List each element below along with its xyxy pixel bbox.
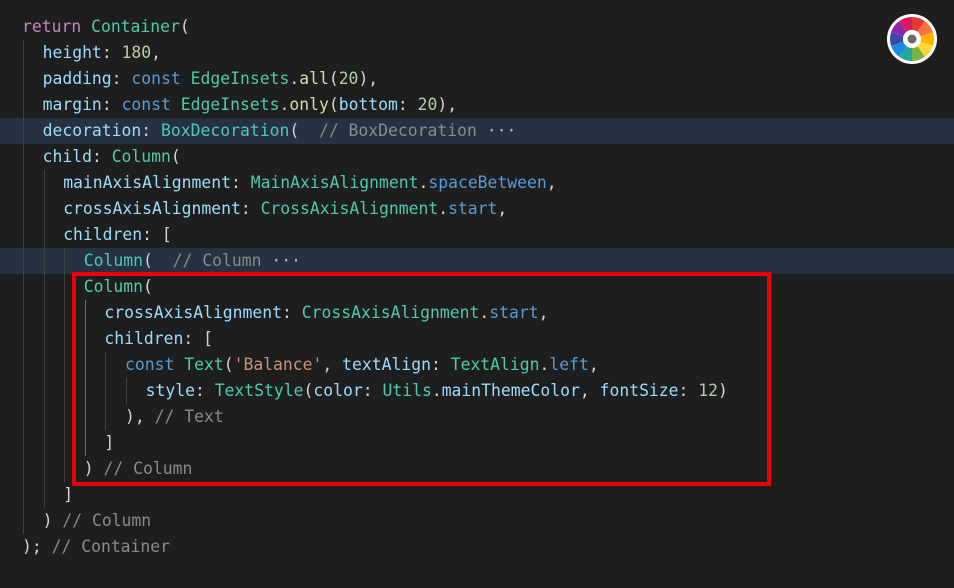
code-token: const: [121, 95, 181, 114]
code-token: ): [42, 511, 63, 530]
code-token: bottom: [338, 95, 398, 114]
code-line-text: crossAxisAlignment: CrossAxisAlignment.s…: [63, 196, 507, 222]
code-token: ),: [437, 95, 458, 114]
code-token: // Container: [51, 537, 171, 556]
code-line-text: return Container(: [22, 14, 190, 40]
code-token: : [: [142, 225, 172, 244]
code-token: ···: [486, 121, 517, 140]
code-token: only: [289, 95, 329, 114]
code-token: :: [101, 43, 122, 62]
code-token: (: [143, 251, 163, 270]
code-token: mainAxisAlignment: [63, 173, 231, 192]
code-token: ),: [358, 69, 379, 88]
code-line[interactable]: height: 180,: [0, 40, 954, 66]
indent-guide: [64, 248, 66, 482]
code-token: // Column: [62, 511, 152, 530]
code-token: :: [101, 95, 122, 114]
code-token: .: [418, 173, 429, 192]
code-line[interactable]: ) // Column: [0, 508, 954, 534]
code-token: :: [230, 173, 251, 192]
code-line-text: child: Column(: [43, 144, 181, 170]
code-token: return: [22, 17, 92, 36]
code-token: (: [179, 17, 190, 36]
code-editor[interactable]: return Container(height: 180, padding: co…: [0, 0, 954, 588]
code-token: Column: [111, 147, 171, 166]
code-token: :: [141, 121, 162, 140]
code-token: Container: [91, 17, 180, 36]
code-token: all: [299, 69, 329, 88]
code-line[interactable]: child: Column(: [0, 144, 954, 170]
code-token: EdgeInsets: [190, 69, 290, 88]
code-line[interactable]: decoration: BoxDecoration( // BoxDecorat…: [0, 118, 954, 144]
code-token: :: [111, 69, 132, 88]
code-line[interactable]: mainAxisAlignment: MainAxisAlignment.spa…: [0, 170, 954, 196]
code-token: (: [289, 121, 310, 140]
code-token: start: [448, 199, 498, 218]
code-token: const: [131, 69, 191, 88]
color-wheel-icon[interactable]: [886, 13, 938, 65]
code-token: children: [63, 225, 143, 244]
highlight-box: [72, 272, 771, 486]
code-line-text: decoration: BoxDecoration( // BoxDecorat…: [43, 118, 517, 144]
code-token: );: [22, 537, 52, 556]
code-line-text: height: 180,: [43, 40, 161, 66]
indent-guide: [43, 170, 45, 508]
code-token: child: [42, 147, 92, 166]
code-line[interactable]: children: [: [0, 222, 954, 248]
code-line[interactable]: padding: const EdgeInsets.all(20),: [0, 66, 954, 92]
code-line[interactable]: margin: const EdgeInsets.only(bottom: 20…: [0, 92, 954, 118]
code-token: margin: [42, 95, 102, 114]
code-line[interactable]: Column( // Column ···: [0, 248, 954, 274]
code-token: (: [328, 69, 339, 88]
code-token: height: [42, 43, 102, 62]
code-line-text: children: [: [63, 222, 172, 248]
code-token: MainAxisAlignment: [250, 173, 419, 192]
code-token: .: [289, 69, 300, 88]
code-line-text: ) // Column: [43, 508, 152, 534]
code-line[interactable]: return Container(: [0, 14, 954, 40]
code-token: ···: [271, 251, 301, 270]
code-token: 20: [417, 95, 438, 114]
code-token: :: [397, 95, 418, 114]
code-token: 20: [338, 69, 359, 88]
code-token: CrossAxisAlignment: [260, 199, 439, 218]
code-token: .: [279, 95, 290, 114]
indent-guide: [23, 40, 24, 534]
code-token: decoration: [42, 121, 142, 140]
code-token: ,: [151, 43, 162, 62]
code-line-text: ); // Container: [22, 534, 170, 560]
code-token: Column: [83, 251, 144, 270]
code-line-text: mainAxisAlignment: MainAxisAlignment.spa…: [63, 170, 556, 196]
code-line-text: Column( // Column ···: [84, 248, 301, 274]
code-token: crossAxisAlignment: [63, 199, 241, 218]
code-token: BoxDecoration: [161, 121, 290, 140]
code-line-text: padding: const EdgeInsets.all(20),: [43, 66, 379, 92]
code-token: spaceBetween: [428, 173, 547, 192]
code-token: // Column: [162, 251, 272, 270]
code-line-text: margin: const EdgeInsets.only(bottom: 20…: [43, 92, 458, 118]
code-token: :: [91, 147, 112, 166]
code-token: (: [170, 147, 181, 166]
code-token: // BoxDecoration: [309, 121, 487, 140]
code-token: .: [438, 199, 449, 218]
code-token: 180: [121, 43, 152, 62]
code-token: :: [240, 199, 261, 218]
code-token: padding: [42, 69, 112, 88]
code-line[interactable]: ); // Container: [0, 534, 954, 560]
code-token: EdgeInsets: [180, 95, 280, 114]
code-line[interactable]: crossAxisAlignment: CrossAxisAlignment.s…: [0, 196, 954, 222]
code-token: (: [328, 95, 339, 114]
code-token: ,: [546, 173, 557, 192]
code-token: ]: [63, 485, 74, 504]
code-token: ,: [497, 199, 508, 218]
